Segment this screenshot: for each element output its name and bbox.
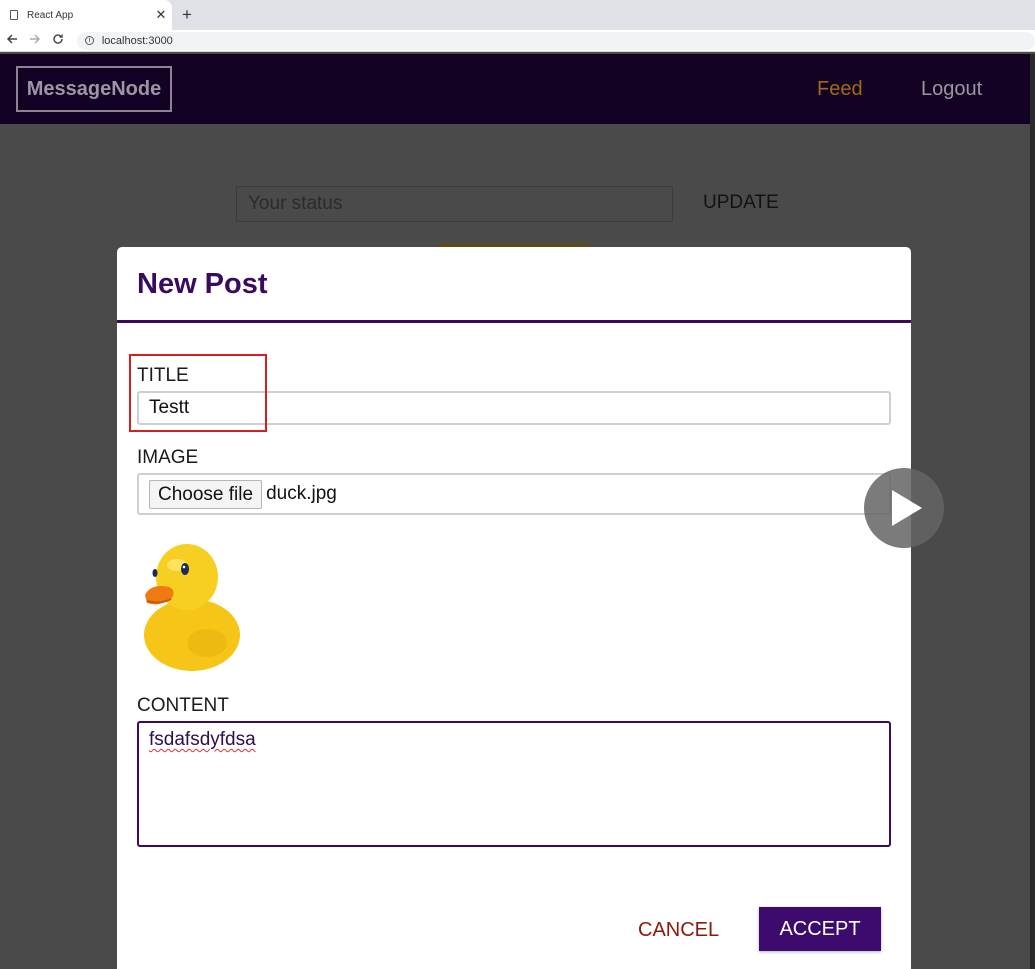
image-label: IMAGE: [137, 447, 199, 468]
update-button[interactable]: UPDATE: [703, 192, 779, 214]
forward-arrow-icon[interactable]: [24, 33, 46, 48]
accept-button[interactable]: ACCEPT: [759, 907, 881, 951]
play-button[interactable]: [864, 468, 944, 548]
url-text: localhost:3000: [101, 34, 173, 47]
modal-title: New Post: [137, 268, 268, 300]
nav-feed-link[interactable]: Feed: [817, 78, 863, 101]
new-post-modal: New Post TITLE Testt IMAGE Choose file d…: [117, 247, 911, 969]
content-textarea[interactable]: fsdafsdyfdsa: [137, 721, 891, 847]
tab-title: React App: [27, 9, 74, 21]
info-icon[interactable]: i: [84, 36, 94, 45]
address-bar[interactable]: i localhost:3000: [76, 31, 1035, 50]
image-file-input[interactable]: Choose file duck.jpg: [137, 473, 891, 515]
logo[interactable]: MessageNode: [16, 66, 172, 112]
highlight-annotation: [129, 354, 267, 432]
duck-image: [144, 544, 240, 671]
play-icon: [892, 490, 922, 526]
page-icon: [10, 10, 18, 20]
choose-file-button[interactable]: Choose file: [149, 479, 263, 509]
nav-logout-link[interactable]: Logout: [921, 78, 982, 101]
close-icon[interactable]: ✕: [154, 7, 168, 23]
reload-icon[interactable]: [47, 33, 69, 48]
file-name: duck.jpg: [266, 483, 337, 504]
browser-tab[interactable]: React App ✕: [0, 0, 172, 30]
plus-icon[interactable]: +: [178, 5, 196, 25]
scrollbar-track: [1030, 54, 1035, 969]
browser-toolbar: i localhost:3000: [0, 30, 1035, 52]
back-arrow-icon[interactable]: [1, 33, 23, 48]
cancel-button[interactable]: CANCEL: [638, 919, 719, 942]
status-input[interactable]: Your status: [236, 186, 673, 222]
modal-divider: [117, 320, 911, 323]
content-label: CONTENT: [137, 695, 229, 716]
browser-tab-bar: React App ✕ +: [0, 0, 1035, 30]
content-text: fsdafsdyfdsa: [149, 729, 256, 750]
app-header: MessageNode Feed Logout: [0, 54, 1030, 124]
